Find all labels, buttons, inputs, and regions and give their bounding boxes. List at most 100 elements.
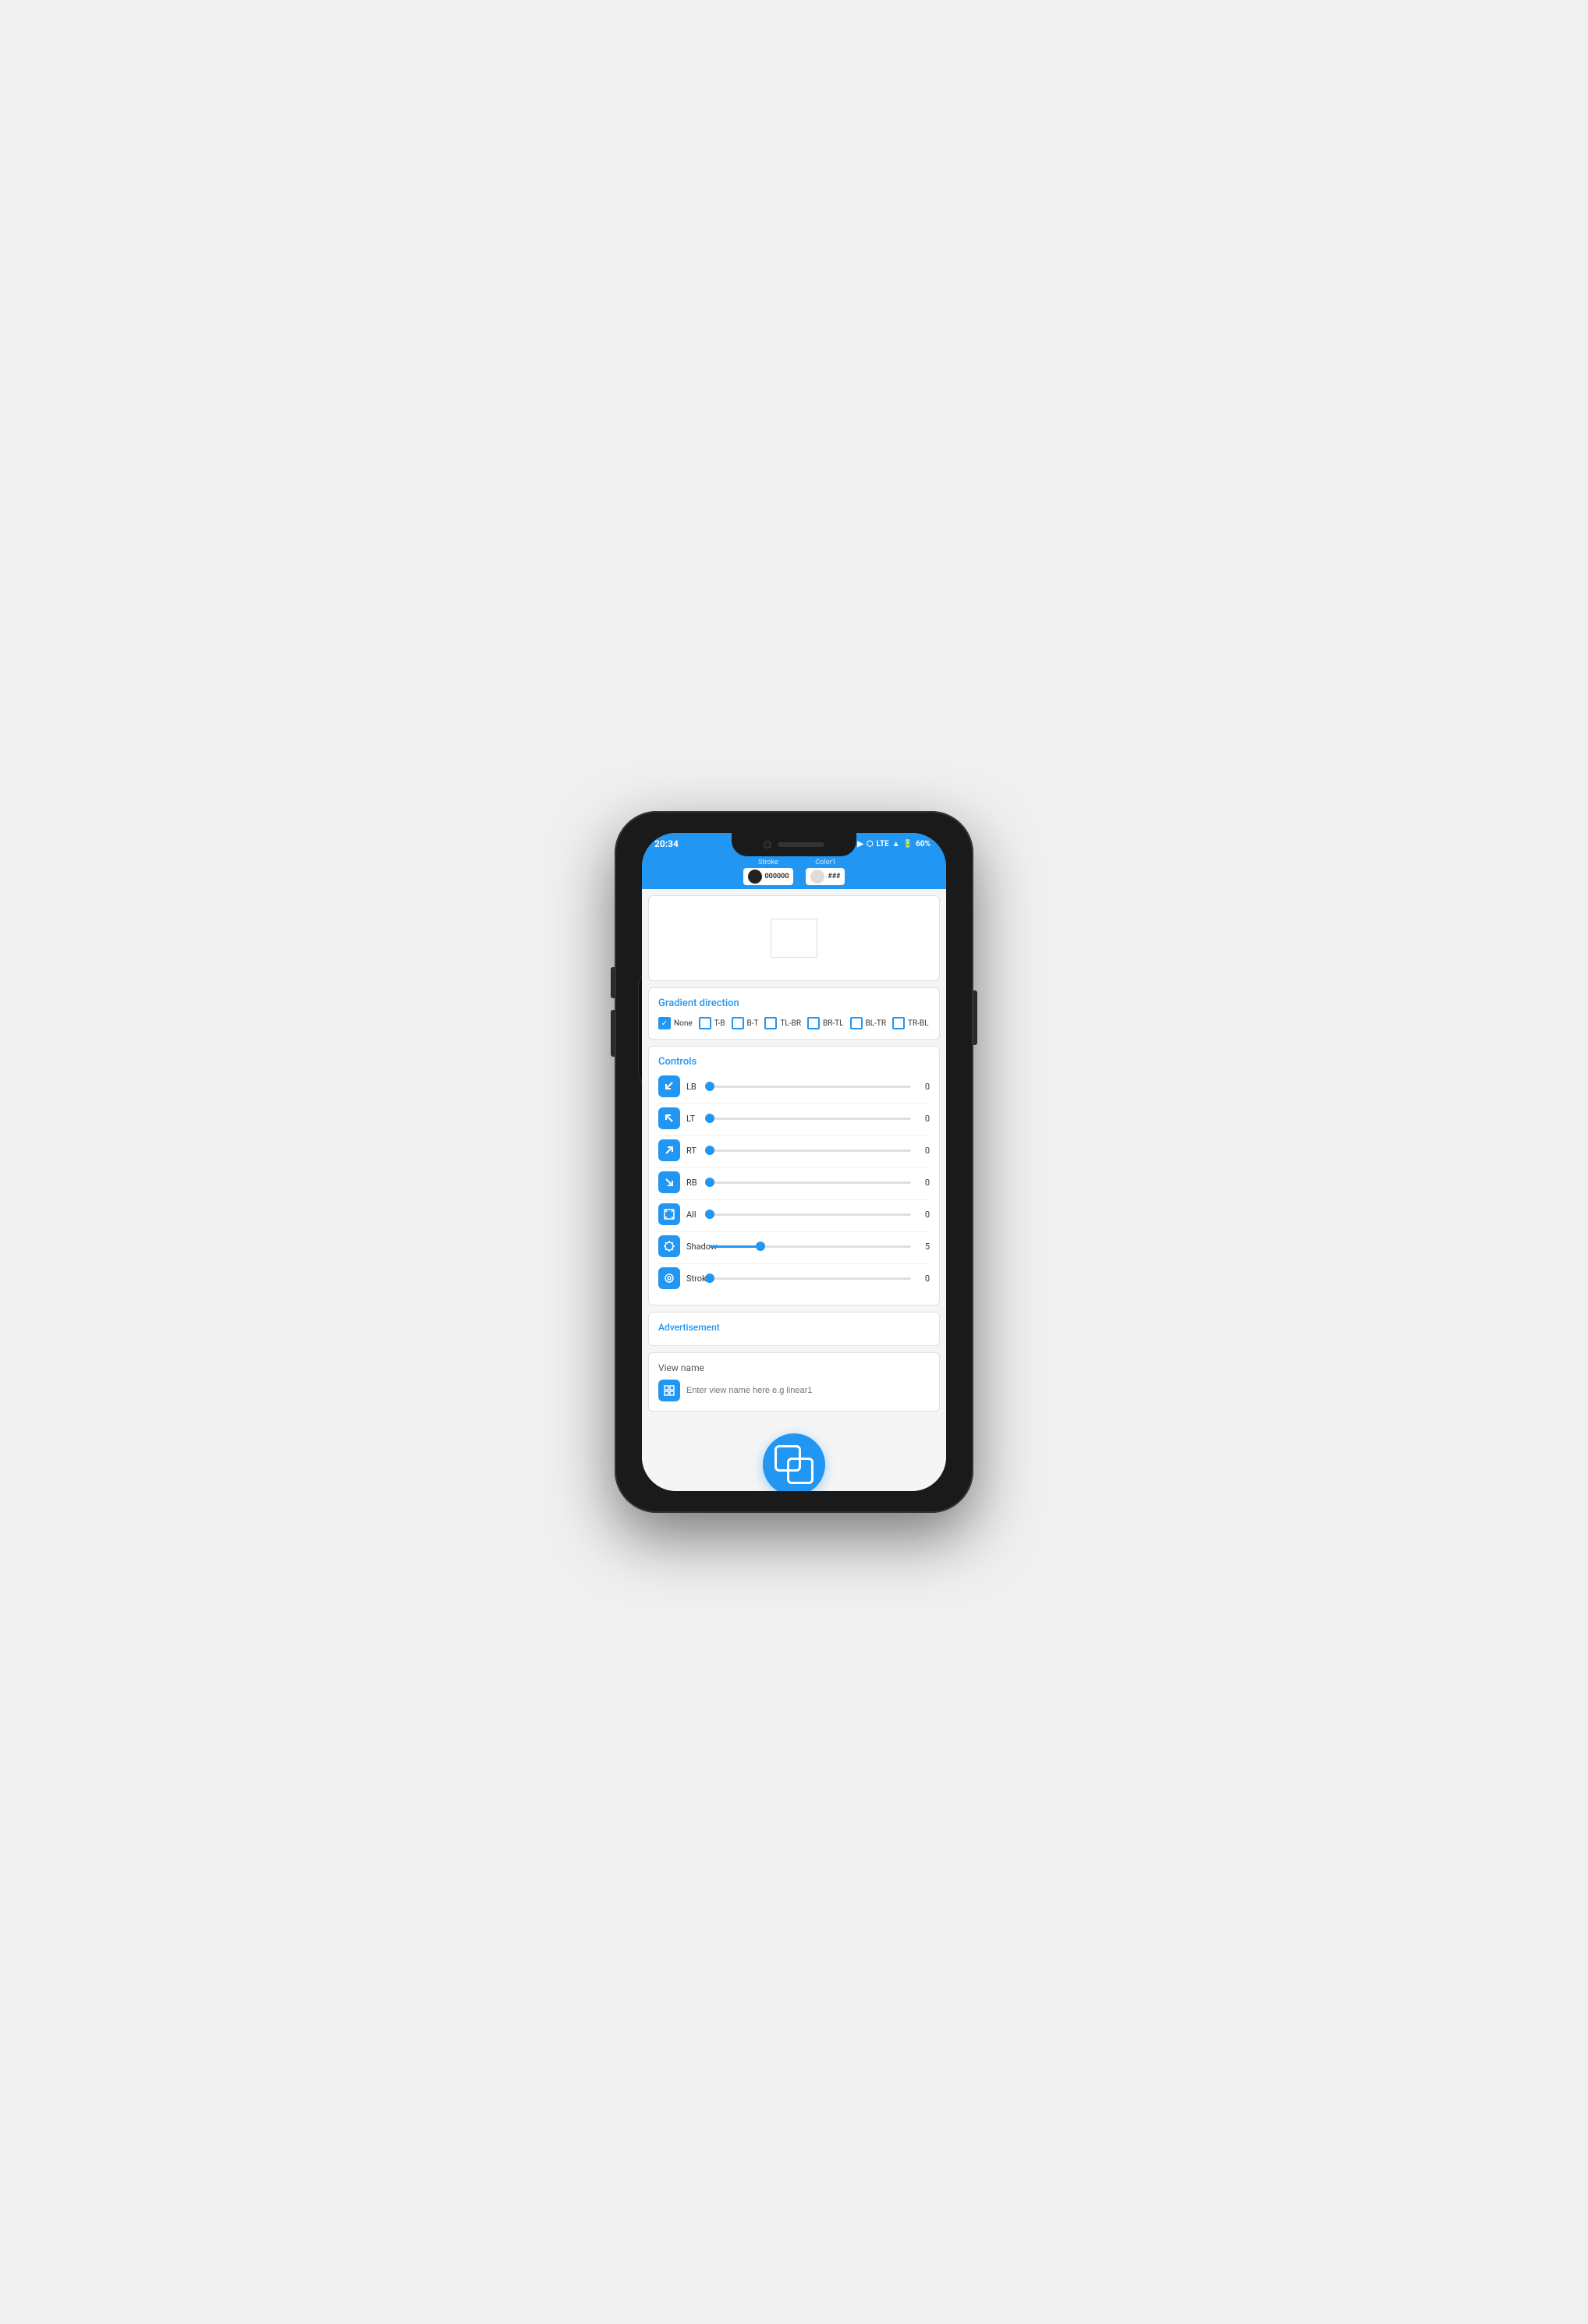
shadow-value: 5 xyxy=(917,1242,930,1252)
color1-color-box[interactable]: ### xyxy=(806,868,845,885)
cast-status-icon: ⬡ xyxy=(867,840,874,848)
view-name-input[interactable] xyxy=(686,1386,930,1395)
gradient-option-trbl[interactable]: TR-BL xyxy=(892,1017,929,1029)
notch-camera xyxy=(764,841,771,848)
shadow-label: Shadow xyxy=(686,1242,704,1252)
color1-swatch xyxy=(810,870,824,884)
phone-screen: 20:34 ✉ ▶ ⬡ LTE ▲ 🔋 60% Stroke 000000 xyxy=(642,833,946,1491)
lt-label: LT xyxy=(686,1114,704,1124)
view-name-label: View name xyxy=(658,1362,930,1373)
gradient-option-bt[interactable]: B-T xyxy=(732,1017,759,1029)
gradient-option-brtl[interactable]: BR-TL xyxy=(807,1017,844,1029)
checkbox-bt[interactable] xyxy=(732,1017,744,1029)
view-name-input-row xyxy=(658,1380,930,1401)
option-label-none: None xyxy=(674,1019,693,1028)
rb-icon[interactable] xyxy=(658,1171,680,1193)
color1-section: Color1 ### xyxy=(806,859,845,885)
volume-up-button[interactable] xyxy=(611,967,615,998)
checkbox-trbl[interactable] xyxy=(892,1017,905,1029)
all-icon[interactable] xyxy=(658,1203,680,1225)
stroke-label: Stroke xyxy=(758,859,778,866)
advertisement-title: Advertisement xyxy=(658,1322,930,1333)
controls-title: Controls xyxy=(658,1056,930,1068)
rt-value: 0 xyxy=(917,1146,930,1156)
control-row-rt: RT 0 xyxy=(658,1139,930,1161)
stroke-section: Stroke 000000 xyxy=(743,859,794,885)
color1-label: Color1 xyxy=(815,859,835,866)
control-row-rb: RB 0 xyxy=(658,1171,930,1193)
lt-icon[interactable] xyxy=(658,1107,680,1129)
notch xyxy=(732,833,856,856)
lte-label: LTE xyxy=(877,840,889,848)
app-logo xyxy=(763,1433,825,1491)
app-content[interactable]: Gradient direction None T-B B-T xyxy=(642,889,946,1491)
gradient-title: Gradient direction xyxy=(658,997,930,1009)
rb-label: RB xyxy=(686,1178,704,1188)
stroke-ctrl-icon[interactable] xyxy=(658,1267,680,1289)
preview-rectangle xyxy=(771,919,817,958)
stroke-slider[interactable] xyxy=(710,1277,911,1280)
status-icons: ✉ ▶ ⬡ LTE ▲ 🔋 60% xyxy=(848,840,930,848)
shadow-icon[interactable] xyxy=(658,1235,680,1257)
control-row-lt: LT 0 xyxy=(658,1107,930,1129)
gradient-option-none[interactable]: None xyxy=(658,1017,693,1029)
signal-icon: ▲ xyxy=(892,840,900,848)
gradient-option-tb[interactable]: T-B xyxy=(699,1017,725,1029)
rb-value: 0 xyxy=(917,1178,930,1188)
stroke-ctrl-label: Stroke xyxy=(686,1274,704,1284)
stroke-color-swatch xyxy=(748,870,762,884)
battery-pct: 60% xyxy=(916,840,930,848)
advertisement-section: Advertisement xyxy=(648,1312,940,1346)
control-row-shadow: Shadow 5 xyxy=(658,1235,930,1257)
option-label-tb: T-B xyxy=(714,1019,725,1028)
lb-label: LB xyxy=(686,1082,704,1092)
option-label-tlbr: TL-BR xyxy=(780,1019,801,1028)
checkbox-none[interactable] xyxy=(658,1017,671,1029)
all-slider[interactable] xyxy=(710,1213,911,1216)
control-row-lb: LB 0 xyxy=(658,1075,930,1097)
option-label-trbl: TR-BL xyxy=(908,1019,929,1028)
status-time: 20:34 xyxy=(654,838,679,849)
volume-down-button[interactable] xyxy=(611,1010,615,1057)
app-logo-section xyxy=(642,1418,946,1491)
lt-slider[interactable] xyxy=(710,1118,911,1120)
option-label-bltr: BL-TR xyxy=(866,1019,887,1028)
view-name-section: View name xyxy=(648,1352,940,1412)
view-name-icon xyxy=(658,1380,680,1401)
lt-value: 0 xyxy=(917,1114,930,1124)
color1-value-text: ### xyxy=(828,873,840,880)
battery-icon: 🔋 xyxy=(903,840,913,848)
rb-slider[interactable] xyxy=(710,1181,911,1184)
lb-slider[interactable] xyxy=(710,1086,911,1088)
controls-section: Controls LB 0 xyxy=(648,1046,940,1305)
lb-icon[interactable] xyxy=(658,1075,680,1097)
shadow-slider[interactable] xyxy=(710,1245,911,1248)
notch-speaker xyxy=(778,842,824,847)
gradient-option-bltr[interactable]: BL-TR xyxy=(850,1017,887,1029)
preview-area xyxy=(648,895,940,981)
all-label: All xyxy=(686,1210,704,1220)
app-header: Stroke 000000 Color1 ### xyxy=(642,855,946,889)
checkbox-bltr[interactable] xyxy=(850,1017,863,1029)
stroke-color-text: 000000 xyxy=(765,873,789,880)
all-value: 0 xyxy=(917,1210,930,1220)
option-label-bt: B-T xyxy=(747,1019,759,1028)
power-button[interactable] xyxy=(973,990,977,1045)
gradient-options: None T-B B-T TL-BR xyxy=(658,1017,930,1029)
option-label-brtl: BR-TL xyxy=(823,1019,844,1028)
gradient-option-tlbr[interactable]: TL-BR xyxy=(764,1017,801,1029)
play-status-icon: ▶ xyxy=(857,840,863,848)
rt-slider[interactable] xyxy=(710,1150,911,1152)
control-row-stroke: Stroke 0 xyxy=(658,1267,930,1289)
checkbox-tb[interactable] xyxy=(699,1017,711,1029)
stroke-color-box[interactable]: 000000 xyxy=(743,868,794,885)
stroke-value: 0 xyxy=(917,1274,930,1284)
phone-device: 20:34 ✉ ▶ ⬡ LTE ▲ 🔋 60% Stroke 000000 xyxy=(615,811,973,1513)
rt-label: RT xyxy=(686,1146,704,1156)
gradient-section: Gradient direction None T-B B-T xyxy=(648,987,940,1040)
control-row-all: All 0 xyxy=(658,1203,930,1225)
checkbox-brtl[interactable] xyxy=(807,1017,820,1029)
checkbox-tlbr[interactable] xyxy=(764,1017,777,1029)
rt-icon[interactable] xyxy=(658,1139,680,1161)
lb-value: 0 xyxy=(917,1082,930,1092)
